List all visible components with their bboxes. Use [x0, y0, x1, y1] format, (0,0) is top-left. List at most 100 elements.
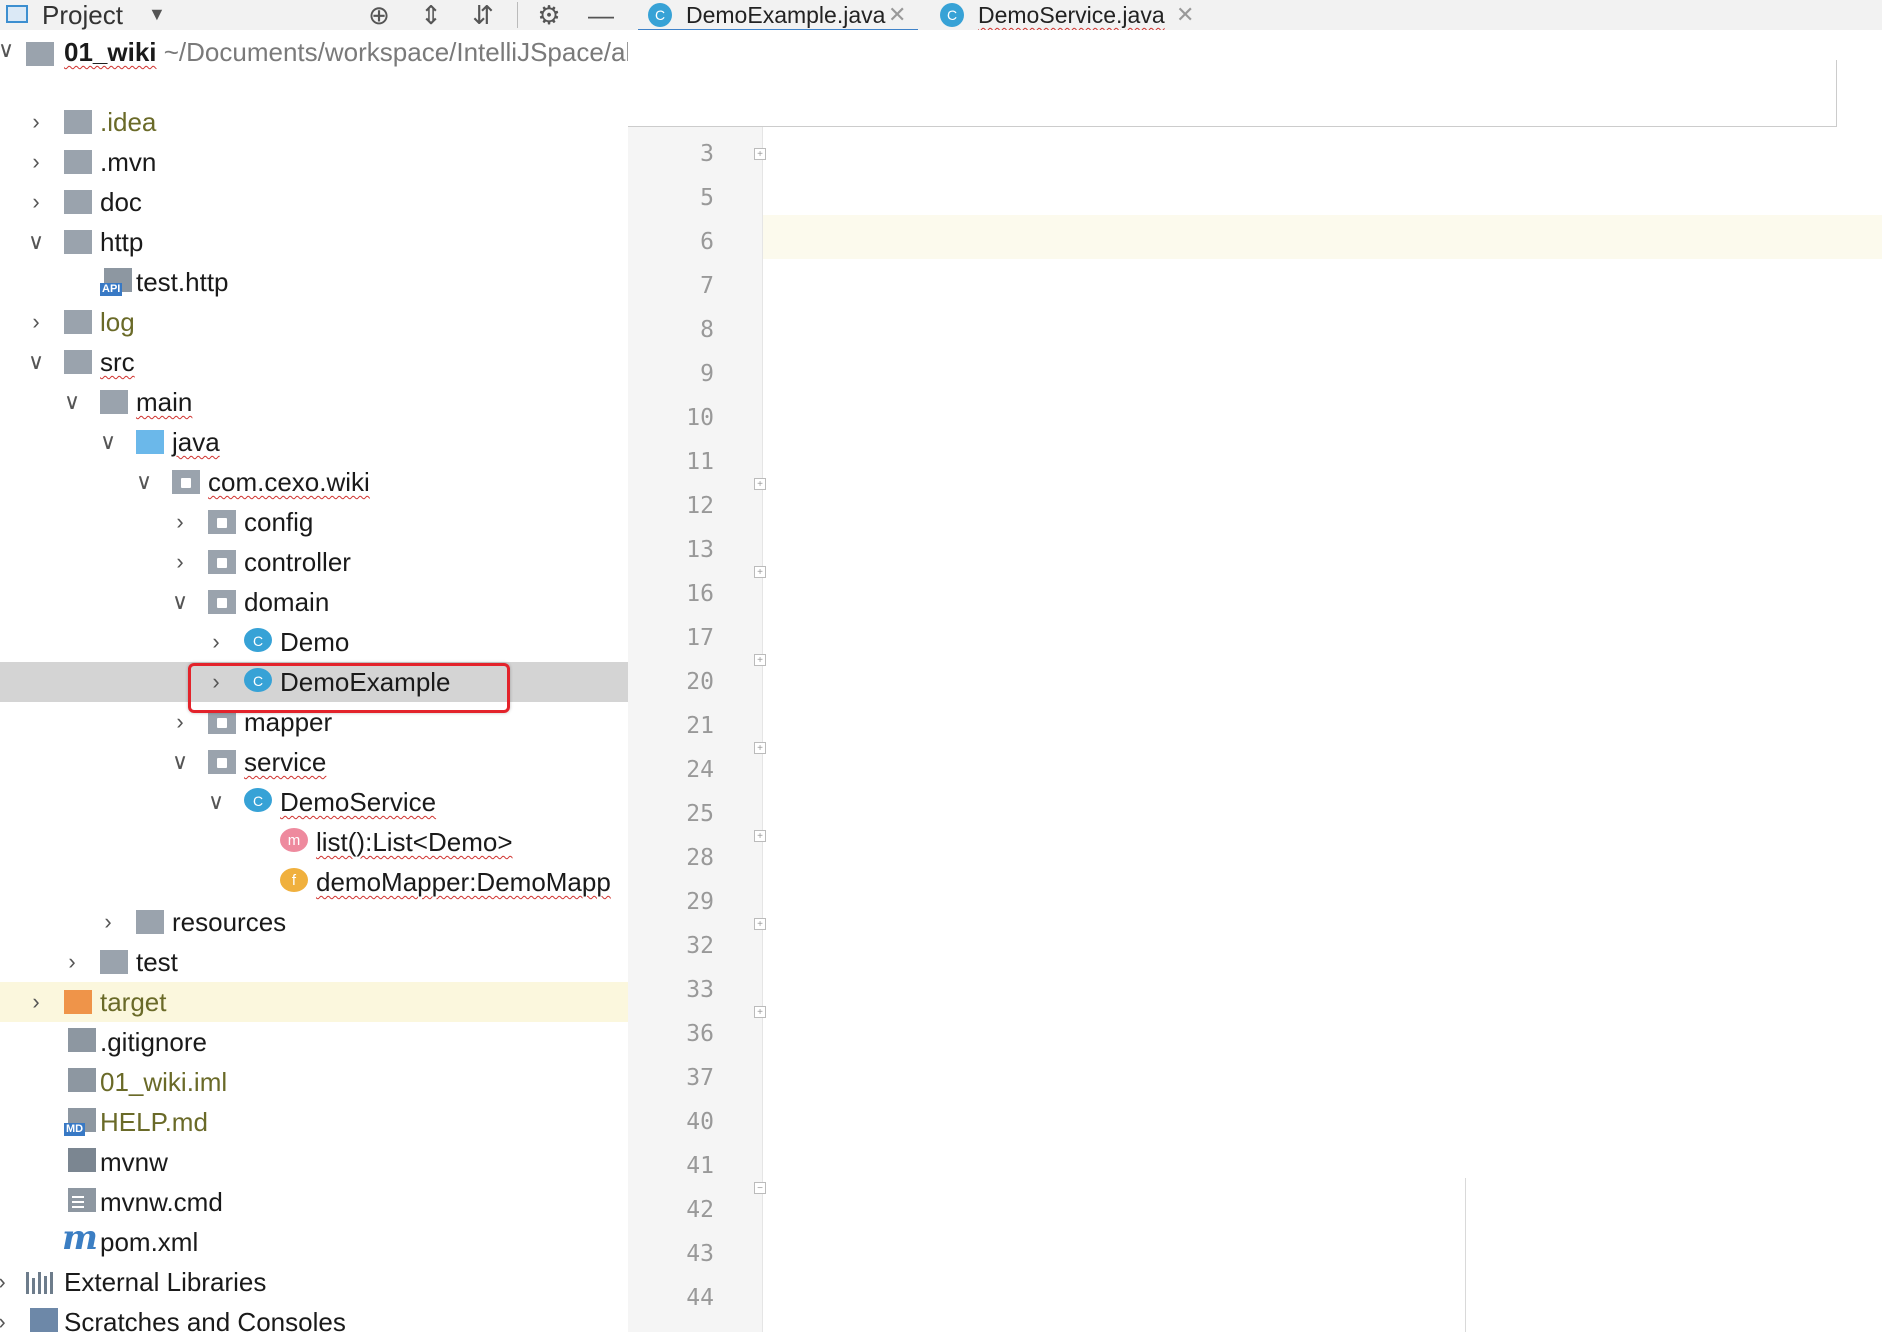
tree-item-iml[interactable]: 01_wiki.iml	[0, 1062, 628, 1102]
close-icon[interactable]: ✕	[1176, 1, 1194, 29]
fold-toggle[interactable]: +	[754, 148, 766, 160]
tree-item-gitignore[interactable]: .gitignore	[0, 1022, 628, 1062]
chevron-right-icon[interactable]: ›	[0, 1266, 14, 1298]
tree-item-label: domain	[244, 587, 330, 617]
code-editor[interactable]: 2 3 5 6 7 8 9 10 11 12 13 16 17 20 21 24…	[628, 30, 1882, 1332]
tree-item-package[interactable]: ∨ com.cexo.wiki	[0, 462, 628, 502]
line-number: 13	[686, 537, 714, 563]
libraries-icon	[26, 1270, 54, 1294]
tree-item-test-http[interactable]: API test.http	[0, 262, 628, 302]
fold-toggle[interactable]: +	[754, 830, 766, 842]
indent-guide	[1465, 1178, 1466, 1332]
line-number: 41	[686, 1153, 714, 1179]
chevron-right-icon[interactable]: ›	[60, 946, 84, 978]
fold-toggle[interactable]: +	[754, 566, 766, 578]
fold-toggle[interactable]: +	[754, 478, 766, 490]
tree-item-target[interactable]: › target	[0, 982, 628, 1022]
tree-item-idea[interactable]: › .idea	[0, 102, 628, 142]
tree-item-label: mapper	[244, 707, 333, 737]
chevron-right-icon[interactable]: ›	[168, 506, 192, 538]
tree-item-java[interactable]: ∨ java	[0, 422, 628, 462]
project-tree[interactable]: ∨ 01_wiki ~/Documents/workspace/IntelliJ…	[0, 30, 628, 1332]
chevron-down-icon[interactable]: ∨	[204, 786, 228, 818]
expand-all-icon[interactable]: ⇕	[414, 0, 448, 30]
tree-item-http[interactable]: ∨ http	[0, 222, 628, 262]
chevron-right-icon[interactable]: ›	[204, 626, 228, 658]
tree-item-mvnw[interactable]: mvnw	[0, 1142, 628, 1182]
divider	[517, 2, 518, 28]
api-badge: API	[100, 283, 123, 296]
fold-toggle[interactable]: +	[754, 742, 766, 754]
chevron-down-icon[interactable]: ∨	[24, 226, 48, 258]
project-view-selector[interactable]: Project	[42, 1, 123, 29]
tree-item-mvn[interactable]: › .mvn	[0, 142, 628, 182]
tree-item-resources[interactable]: › resources	[0, 902, 628, 942]
line-number: 17	[686, 625, 714, 651]
chevron-right-icon[interactable]: ›	[24, 186, 48, 218]
chevron-down-icon[interactable]: ∨	[0, 34, 18, 66]
chevron-down-icon[interactable]: ∨	[168, 746, 192, 778]
tree-item-label: HELP.md	[100, 1107, 208, 1137]
close-icon[interactable]: ✕	[888, 1, 906, 29]
tree-root-row[interactable]: ∨ 01_wiki ~/Documents/workspace/IntelliJ…	[0, 30, 628, 74]
chevron-down-icon[interactable]: ∨	[24, 346, 48, 378]
chevron-down-icon[interactable]: ∨	[96, 426, 120, 458]
tree-item-mvnw-cmd[interactable]: mvnw.cmd	[0, 1182, 628, 1222]
chevron-right-icon[interactable]: ›	[168, 706, 192, 738]
tree-item-pom[interactable]: m pom.xml	[0, 1221, 628, 1262]
chevron-right-icon[interactable]: ›	[96, 906, 120, 938]
collapse-all-icon[interactable]: ⇵	[466, 0, 500, 30]
current-line-highlight	[628, 215, 1882, 259]
fold-toggle[interactable]: +	[754, 1006, 766, 1018]
gear-icon[interactable]: ⚙	[532, 0, 566, 30]
tree-item-controller[interactable]: › controller	[0, 542, 628, 582]
tree-item-label: http	[100, 227, 144, 257]
locate-file-icon[interactable]: ⊕	[362, 0, 396, 30]
tree-item-method-list[interactable]: m list():List<Demo>	[0, 822, 628, 862]
tree-item-label: External Libraries	[64, 1267, 267, 1297]
fold-toggle[interactable]: −	[754, 1182, 766, 1194]
chevron-right-icon[interactable]: ›	[24, 106, 48, 138]
tree-item-label: com.cexo.wiki	[208, 467, 370, 497]
chevron-down-icon[interactable]: ∨	[168, 586, 192, 618]
line-number: 36	[686, 1021, 714, 1047]
fold-toggle[interactable]: +	[754, 654, 766, 666]
tree-item-test[interactable]: › test	[0, 942, 628, 982]
tree-item-domain[interactable]: ∨ domain	[0, 582, 628, 622]
tab-demoexample[interactable]: C DemoExample.java ✕	[638, 0, 918, 32]
line-number: 33	[686, 977, 714, 1003]
tree-item-help-md[interactable]: MD HELP.md	[0, 1102, 628, 1142]
tree-item-src[interactable]: ∨ src	[0, 342, 628, 382]
chevron-right-icon[interactable]: ›	[168, 546, 192, 578]
chevron-right-icon[interactable]: ›	[204, 666, 228, 698]
tree-item-mapper[interactable]: › mapper	[0, 702, 628, 742]
chevron-right-icon[interactable]: ›	[24, 986, 48, 1018]
tree-item-demo[interactable]: › C Demo	[0, 622, 628, 662]
folder-icon	[64, 350, 92, 374]
chevron-down-icon[interactable]: ∨	[132, 466, 156, 498]
chevron-right-icon[interactable]: ›	[24, 306, 48, 338]
chevron-right-icon[interactable]: ›	[24, 146, 48, 178]
root-module-name: 01_wiki	[64, 37, 157, 67]
line-number: 16	[686, 581, 714, 607]
hide-panel-icon[interactable]: —	[584, 0, 618, 30]
tree-item-demoservice[interactable]: ∨ C DemoService	[0, 782, 628, 822]
tree-item-config[interactable]: › config	[0, 502, 628, 542]
chevron-right-icon[interactable]: ›	[0, 1306, 14, 1332]
chevron-down-icon[interactable]: ▼	[148, 4, 166, 25]
line-number: 43	[686, 1241, 714, 1267]
tree-item-field-demomapper[interactable]: f demoMapper:DemoMapp	[0, 862, 628, 902]
module-file-icon	[68, 1068, 96, 1092]
line-number: 12	[686, 493, 714, 519]
package-icon	[208, 750, 236, 774]
tree-item-external-libraries[interactable]: › External Libraries	[0, 1262, 628, 1302]
tree-item-service[interactable]: ∨ service	[0, 742, 628, 782]
chevron-down-icon[interactable]: ∨	[60, 386, 84, 418]
tree-item-scratches[interactable]: › Scratches and Consoles	[0, 1302, 628, 1332]
tree-item-log[interactable]: › log	[0, 302, 628, 342]
tree-item-demoexample[interactable]: › C DemoExample	[0, 662, 628, 702]
tree-item-main[interactable]: ∨ main	[0, 382, 628, 422]
fold-toggle[interactable]: +	[754, 918, 766, 930]
tree-item-doc[interactable]: › doc	[0, 182, 628, 222]
tab-demoservice[interactable]: C DemoService.java ✕	[940, 0, 1202, 30]
